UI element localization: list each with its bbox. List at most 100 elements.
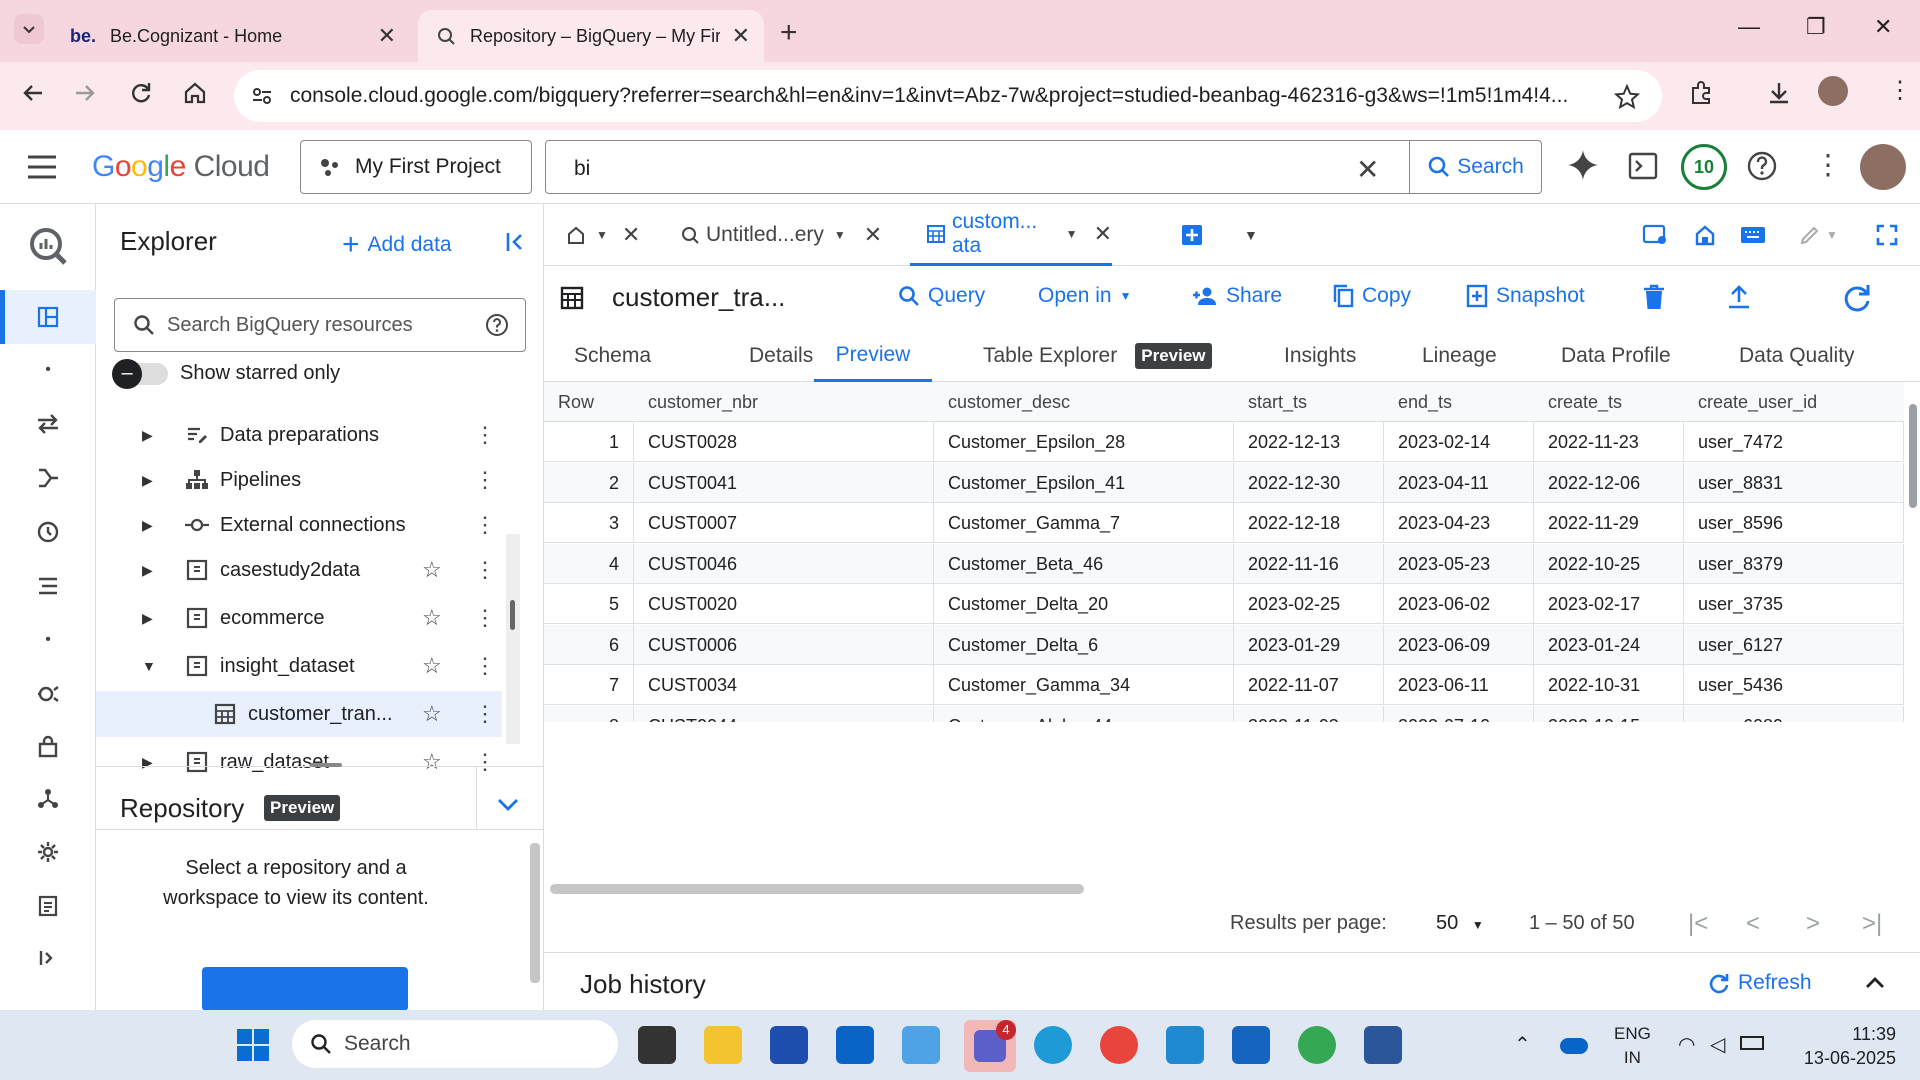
repo-scrollbar[interactable] [530,843,540,983]
dropdown-arrow-icon[interactable]: ▼ [1066,227,1078,241]
vscode-icon[interactable] [1166,1026,1204,1064]
tree-item-external-connections[interactable]: ▶ External connections ⋮ [96,502,516,548]
column-header[interactable]: customer_nbr [634,382,934,422]
close-window-icon[interactable]: ✕ [1874,14,1892,40]
column-header[interactable]: Row [544,382,634,422]
star-icon[interactable]: ☆ [422,701,442,727]
notifications-count-badge[interactable]: 10 [1681,144,1727,190]
more-options-icon[interactable]: ⋮ [474,422,496,448]
more-tabs-chevron-icon[interactable]: ▼ [1244,204,1258,266]
search-bigquery-resources[interactable]: Search BigQuery resources [114,298,526,352]
collapse-panel-icon[interactable] [504,230,528,254]
tab-table-explorer[interactable]: Table Explorer Preview [983,330,1212,382]
table-row[interactable]: 6 CUST0006 Customer_Delta_6 2023-01-29 2023-… [544,624,1904,665]
clear-search-icon[interactable]: ✕ [1356,153,1379,186]
more-options-icon[interactable]: ⋮ [1814,148,1842,181]
show-starred-toggle[interactable]: – Show starred only [112,358,340,389]
home-icon[interactable] [182,80,208,106]
grid-horizontal-scrollbar[interactable] [550,884,1084,894]
refresh-icon[interactable] [1842,282,1872,312]
tree-scrollbar[interactable] [506,534,520,744]
nav-studio-active[interactable] [0,290,96,344]
help-icon[interactable] [1746,150,1778,182]
fullscreen-icon[interactable] [1876,204,1898,266]
job-history-bar[interactable]: Job history Refresh [544,952,1920,1010]
tab-home[interactable]: ▼ ✕ [566,204,640,266]
download-icon[interactable] [1766,80,1792,106]
search-input[interactable]: bi [574,157,590,181]
dropdown-arrow-icon[interactable]: ▼ [596,228,608,242]
global-search-box[interactable]: bi ✕ Search [545,140,1542,194]
column-header[interactable]: create_user_id [1684,382,1904,422]
expand-arrow-icon[interactable]: ▶ [142,562,172,579]
table-row[interactable]: 1 CUST0028 Customer_Epsilon_28 2022-12-13 20… [544,422,1904,462]
lock-icon[interactable] [30,728,66,764]
tree-item-pipelines[interactable]: ▶ Pipelines ⋮ [96,457,516,503]
onedrive-icon[interactable] [1560,1038,1588,1054]
profile-avatar[interactable] [1818,76,1848,106]
export-upload-icon[interactable] [1726,284,1752,310]
windows-start-icon[interactable] [236,1028,270,1062]
microsoft-store-icon[interactable] [770,1026,808,1064]
cloud-shell-icon[interactable] [1628,152,1658,180]
tweak-app-icon[interactable] [902,1026,940,1064]
expand-arrow-icon[interactable]: ▶ [142,427,172,444]
account-avatar[interactable] [1860,144,1906,190]
new-query-plus-icon[interactable] [1180,204,1204,266]
open-in-button[interactable]: Open in ▼ [1038,284,1131,308]
table-row[interactable]: 7 CUST0034 Customer_Gamma_34 2022-11-07 2023… [544,665,1904,705]
cast-icon[interactable] [1642,204,1668,266]
show-hidden-icons-icon[interactable]: ⌃ [1514,1032,1531,1057]
table-row[interactable]: 5 CUST0020 Customer_Delta_20 2023-02-25 2023… [544,584,1904,624]
job-explorer-icon[interactable] [30,568,66,604]
more-options-icon[interactable]: ⋮ [474,605,496,631]
site-info-icon[interactable] [250,84,274,108]
expand-arrow-icon[interactable]: ▶ [142,472,172,489]
reload-icon[interactable] [128,80,154,106]
delete-icon[interactable] [1642,284,1666,310]
chrome-profile-icon[interactable] [1298,1026,1336,1064]
keyboard-icon[interactable] [1740,204,1766,266]
settings-gear-icon[interactable] [30,834,66,870]
data-governance-icon[interactable] [30,676,66,712]
pipelines-nav-icon[interactable] [30,460,66,496]
more-options-icon[interactable]: ⋮ [474,653,496,679]
tree-item-casestudy2data[interactable]: ▶ casestudy2data ☆ ⋮ [96,547,516,593]
extensions-icon[interactable] [1688,80,1714,106]
star-icon[interactable]: ☆ [422,605,442,631]
column-header[interactable]: start_ts [1234,382,1384,422]
home-blue-icon[interactable] [1694,204,1716,266]
language-indicator[interactable]: ENG IN [1614,1022,1651,1070]
toggle-switch[interactable]: – [112,358,168,389]
file-explorer-icon[interactable] [704,1026,742,1064]
tab-data-quality[interactable]: Data Quality [1739,330,1855,382]
close-tab-icon[interactable]: ✕ [1094,221,1112,247]
photos-icon[interactable] [1232,1026,1270,1064]
tree-item-ecommerce[interactable]: ▶ ecommerce ☆ ⋮ [96,595,516,641]
tab-customer-data[interactable]: custom... ata ▼ ✕ [910,204,1112,266]
taskbar-search[interactable]: Search [292,1020,618,1068]
tab-details[interactable]: Details [749,330,813,382]
star-icon[interactable]: ☆ [422,557,442,583]
more-options-icon[interactable]: ⋮ [474,467,496,493]
copy-button[interactable]: Copy [1332,284,1411,308]
share-button[interactable]: Share [1192,284,1282,308]
close-tab-icon[interactable]: ✕ [378,23,396,49]
more-options-icon[interactable]: ⋮ [474,701,496,727]
task-view-icon[interactable] [638,1026,676,1064]
hamburger-menu-icon[interactable] [26,154,58,180]
partner-center-icon[interactable] [30,780,66,816]
bookmark-star-icon[interactable] [1614,84,1640,110]
edge-icon[interactable] [1034,1026,1072,1064]
table-row[interactable]: 8CUST0044Customer_Alpha_442022-11-032023… [544,705,1904,722]
tree-item-customer-table-selected[interactable]: customer_tran... ☆ ⋮ [96,691,502,737]
table-row[interactable]: 2 CUST0041 Customer_Epsilon_41 2022-12-30 20… [544,462,1904,503]
back-arrow-icon[interactable] [20,80,46,106]
bigquery-product-icon[interactable] [26,224,70,268]
chevron-down-icon[interactable] [496,797,520,813]
google-cloud-logo[interactable]: Google Cloud [92,150,270,184]
view-repositories-button[interactable] [202,967,408,1011]
column-header[interactable]: end_ts [1384,382,1534,422]
battery-icon[interactable] [1740,1036,1764,1050]
project-picker-button[interactable]: My First Project [300,140,532,194]
